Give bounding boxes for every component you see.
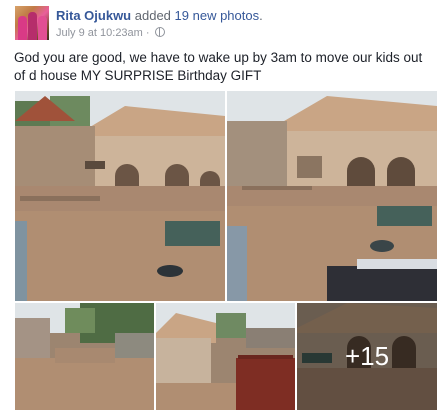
avatar-figure: [18, 16, 27, 40]
flood-scene-image: [15, 303, 154, 410]
avatar-figure: [28, 12, 37, 40]
flood-scene-image: [15, 91, 225, 301]
post-text: God you are good, we have to wake up by …: [14, 50, 423, 83]
photo-4[interactable]: [156, 303, 295, 410]
more-photos-count: +15: [344, 341, 390, 371]
photo-3[interactable]: [15, 303, 154, 410]
author-line: Rita Ojukwu added 19 new photos.: [56, 8, 263, 23]
photo-1[interactable]: [15, 91, 225, 301]
flood-scene-image: [227, 91, 437, 301]
globe-icon[interactable]: [154, 27, 165, 37]
post-timestamp-link[interactable]: July 9 at 10:23am: [56, 27, 143, 39]
action-suffix: .: [259, 8, 263, 23]
more-photos-overlay[interactable]: +15: [297, 303, 437, 410]
avatar[interactable]: [15, 6, 49, 40]
action-text: added: [134, 8, 171, 23]
flood-scene-image: [156, 303, 295, 410]
photo-2[interactable]: [227, 91, 437, 301]
author-name-link[interactable]: Rita Ojukwu: [56, 8, 131, 23]
meta-separator: ·: [145, 27, 150, 39]
post-header: Rita Ojukwu added 19 new photos. July 9 …: [12, 4, 437, 40]
photos-count-link[interactable]: 19 new photos: [175, 8, 260, 23]
avatar-figure: [38, 16, 47, 40]
photo-5[interactable]: +15: [297, 303, 437, 410]
post-meta: July 9 at 10:23am ·: [56, 27, 165, 39]
